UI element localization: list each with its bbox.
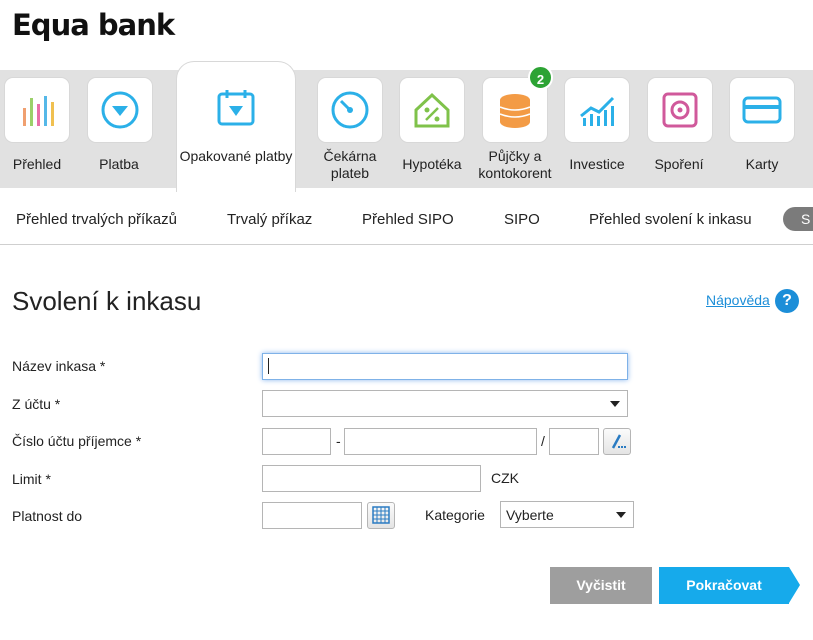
calendar-button[interactable]: [367, 502, 395, 529]
brand-logo[interactable]: Equa bank: [12, 8, 175, 42]
account-dash: -: [336, 433, 341, 449]
currency-label: CZK: [491, 470, 519, 486]
limit-input[interactable]: [262, 465, 481, 492]
credit-card-icon: [742, 96, 782, 124]
nav-label-pujcky: Půjčky a kontokorent: [478, 148, 552, 181]
notification-badge: 2: [528, 65, 553, 90]
nav-item-karty[interactable]: [729, 77, 795, 143]
from-account-label: Z účtu *: [12, 396, 61, 412]
nav-label-sporeni: Spoření: [654, 156, 704, 172]
main-nav: Přehled Platba Čekárna plateb Hypotéka P…: [0, 70, 813, 188]
subnav-item-prehled-sipo[interactable]: Přehled SIPO: [362, 211, 454, 228]
safe-icon: [662, 92, 698, 128]
from-account-select[interactable]: [262, 390, 628, 417]
account-number-input[interactable]: [344, 428, 537, 455]
nav-label-hypoteka: Hypotéka: [402, 156, 462, 172]
subnav-item-sipo[interactable]: SIPO: [504, 211, 540, 228]
growth-chart-icon: [580, 96, 615, 126]
nav-label-platba: Platba: [99, 156, 139, 172]
valid-until-label: Platnost do: [12, 508, 83, 524]
nav-label-cekarna: Čekárna plateb: [323, 148, 377, 181]
bank-code-picker-button[interactable]: [603, 428, 631, 455]
help-link[interactable]: Nápověda: [706, 292, 770, 308]
nav-item-hypoteka[interactable]: [399, 77, 465, 143]
arrow-down-circle-icon: [101, 91, 139, 129]
calendar-arrow-icon: [217, 90, 255, 126]
continue-button-arrow[interactable]: [789, 567, 800, 603]
category-select[interactable]: Vyberte: [500, 501, 634, 528]
text-caret: [268, 358, 269, 374]
nav-item-cekarna[interactable]: [317, 77, 383, 143]
bank-code-input[interactable]: [549, 428, 599, 455]
recipient-account-label: Číslo účtu příjemce *: [12, 433, 142, 449]
subnav-item-prehled-trvalych[interactable]: Přehled trvalých příkazů: [16, 211, 177, 228]
calendar-icon: [372, 506, 390, 524]
nav-label-prehled: Přehled: [12, 156, 62, 172]
chevron-down-icon: [610, 401, 620, 407]
sub-nav: Přehled trvalých příkazů Trvalý příkaz P…: [0, 200, 813, 245]
category-value: Vyberte: [506, 507, 554, 523]
limit-label: Limit *: [12, 471, 51, 487]
nav-label-opakovane-platby: Opakované platby: [179, 148, 293, 164]
name-input[interactable]: [262, 353, 628, 380]
subnav-item-prehled-svoleni[interactable]: Přehled svolení k inkasu: [589, 211, 752, 228]
nav-item-platba[interactable]: [87, 77, 153, 143]
account-prefix-input[interactable]: [262, 428, 331, 455]
account-slash: /: [541, 433, 545, 449]
clock-gauge-icon: [331, 91, 369, 129]
page-title: Svolení k inkasu: [12, 286, 202, 316]
subnav-item-trvaly-prikaz[interactable]: Trvalý příkaz: [227, 211, 312, 228]
nav-item-sporeni[interactable]: [647, 77, 713, 143]
subnav-active-label: S: [801, 211, 811, 227]
house-percent-icon: [414, 92, 450, 128]
valid-until-input[interactable]: [262, 502, 362, 529]
continue-button[interactable]: Pokračovat: [659, 567, 789, 604]
nav-item-investice[interactable]: [564, 77, 630, 143]
bar-chart-icon: [23, 96, 54, 126]
nav-item-opakovane-platby[interactable]: Opakované platby: [176, 61, 296, 192]
subnav-item-active[interactable]: S: [783, 207, 813, 231]
clear-button[interactable]: Vyčistit: [550, 567, 652, 604]
name-label: Název inkasa *: [12, 358, 106, 374]
category-label: Kategorie: [425, 507, 485, 523]
nav-item-prehled[interactable]: [4, 77, 70, 143]
coin-stack-icon: [499, 94, 531, 128]
nav-label-karty: Karty: [745, 156, 779, 172]
nav-label-investice: Investice: [569, 156, 625, 172]
chevron-down-icon: [616, 512, 626, 518]
help-icon[interactable]: ?: [775, 289, 799, 313]
slash-dots-icon: [611, 434, 626, 449]
